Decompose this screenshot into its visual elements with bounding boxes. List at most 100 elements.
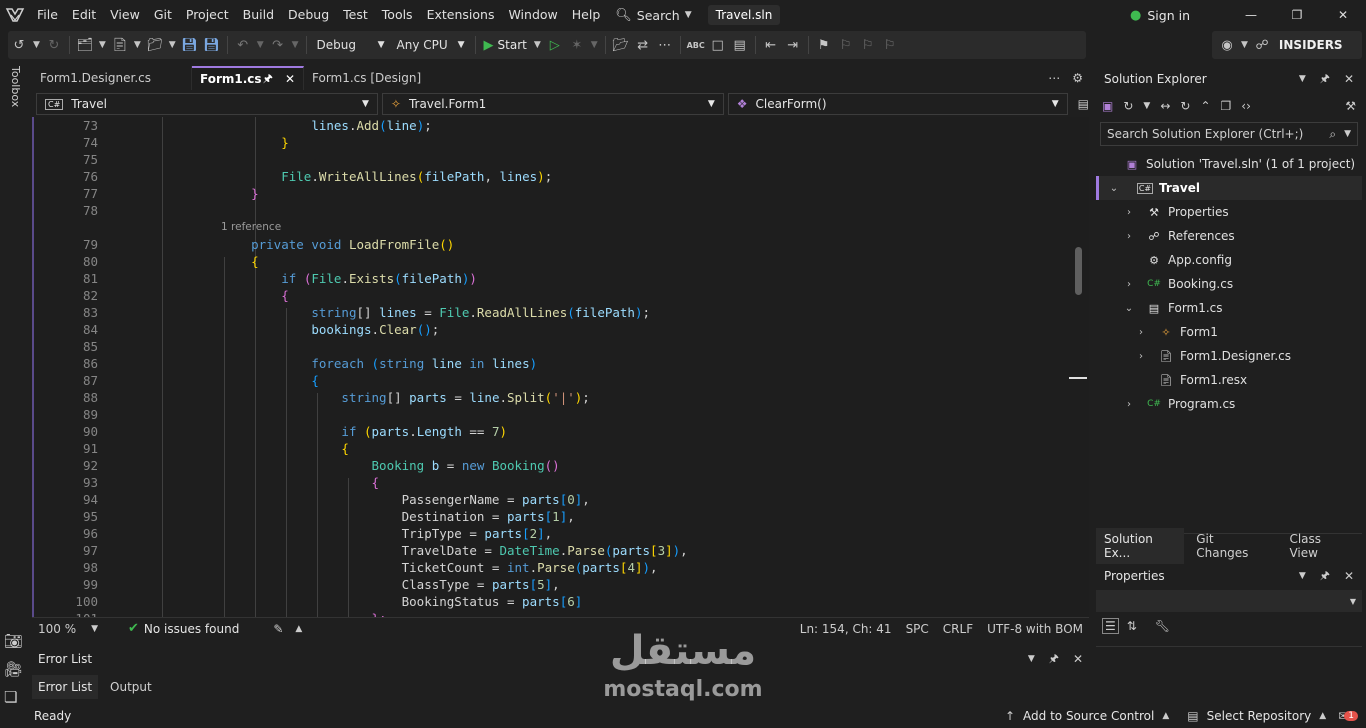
chevron-right-icon[interactable]: › (1122, 279, 1136, 290)
chevron-down-icon[interactable]: ⌄ (1122, 303, 1136, 314)
find-in-files-button[interactable]: 📂︎ (610, 34, 632, 56)
menu-file[interactable]: File (30, 0, 65, 30)
restore-button[interactable]: ❐ (1274, 0, 1320, 30)
chevron-down-icon[interactable]: ▼ (257, 40, 264, 50)
close-icon[interactable]: ✕ (1344, 569, 1354, 583)
wrench-icon[interactable]: ⚒ (1345, 99, 1356, 113)
notifications-button[interactable]: ✉ 1 (1338, 709, 1358, 723)
tree-item-booking-cs[interactable]: › C# Booking.cs (1096, 272, 1362, 296)
decrease-indent-button[interactable]: ⇤ (760, 34, 782, 56)
chevron-up-icon[interactable]: ▲ (295, 624, 302, 634)
start-without-debugging-button[interactable]: ▷ (544, 34, 566, 56)
toggle-bookmark-button[interactable]: ⚑ (813, 34, 835, 56)
sync-active-document-icon[interactable]: ↔ (1160, 99, 1170, 113)
toolbar-overflow-button[interactable]: ⋯ (654, 34, 676, 56)
chevron-down-icon[interactable]: ▼ (1241, 40, 1248, 50)
categorized-icon[interactable]: ☰ (1102, 618, 1119, 634)
hot-reload-button[interactable]: ✶ (566, 34, 588, 56)
settings-gear-icon[interactable]: ⚙ (1072, 71, 1083, 85)
chevron-right-icon[interactable]: › (1122, 207, 1136, 218)
pin-icon[interactable]: 🖈︎ (1320, 567, 1330, 586)
sign-in-button[interactable]: ● Sign in (1130, 8, 1190, 23)
pin-icon[interactable]: 🖈︎ (1049, 650, 1059, 669)
class-select[interactable]: ✧ Travel.Form1 ▼ (381, 93, 724, 115)
tree-item-form1-cs[interactable]: ⌄ ▤ Form1.cs (1096, 296, 1362, 320)
alphabetical-icon[interactable]: ⇅ (1127, 619, 1137, 633)
live-share-button[interactable]: ◉ (1216, 34, 1238, 56)
tree-item-references[interactable]: › ☍ References (1096, 224, 1362, 248)
pending-changes-icon[interactable]: ↻ (1123, 99, 1133, 113)
tab-output[interactable]: Output (98, 675, 164, 699)
open-button[interactable]: 📁︎ (144, 34, 166, 56)
chevron-right-icon[interactable]: › (1122, 231, 1136, 242)
tab-overflow-icon[interactable]: ⋯ (1048, 71, 1060, 85)
navigate-forward-button[interactable]: ↻ (43, 34, 65, 56)
chevron-down-icon[interactable]: ▼ (1028, 654, 1035, 664)
menu-test[interactable]: Test (336, 0, 375, 30)
select-repository-button[interactable]: ▤ Select Repository ▲ (1187, 709, 1326, 723)
close-icon[interactable]: ✕ (1073, 652, 1083, 666)
chevron-down-icon[interactable]: ▼ (534, 40, 541, 50)
menu-debug[interactable]: Debug (281, 0, 336, 30)
preview-icon[interactable]: ‹› (1241, 99, 1251, 113)
chevron-right-icon[interactable]: › (1122, 399, 1136, 410)
tree-item-program-cs[interactable]: › C# Program.cs (1096, 392, 1362, 416)
cursor-position[interactable]: Ln: 154, Ch: 41 (800, 622, 892, 636)
zoom-select[interactable]: 100 % ▼ (32, 622, 104, 636)
new-file-button[interactable]: 📄︎ (109, 34, 131, 56)
navigate-back-button[interactable]: ↺ (8, 34, 30, 56)
tab-class-view[interactable]: Class View (1275, 528, 1362, 564)
minimize-button[interactable]: — (1228, 0, 1274, 30)
configuration-select[interactable]: Debug ▼ (311, 34, 391, 56)
start-button[interactable]: ▶ Start (480, 38, 531, 53)
add-to-source-control-button[interactable]: ↑ Add to Source Control ▲ (1005, 709, 1169, 723)
close-tab-icon[interactable]: ✕ (285, 72, 295, 86)
save-button[interactable]: 💾︎ (179, 34, 201, 56)
vs-logo-icon[interactable] (0, 0, 30, 30)
tab-git-changes[interactable]: Git Changes (1184, 528, 1275, 564)
menu-tools[interactable]: Tools (375, 0, 420, 30)
spell-check-button[interactable]: ABC (685, 34, 707, 56)
indent-mode[interactable]: SPC (906, 622, 929, 636)
next-bookmark-button[interactable]: ⚐ (857, 34, 879, 56)
file-encoding[interactable]: UTF-8 with BOM (987, 622, 1083, 636)
collapse-all-icon[interactable]: ⌃ (1200, 99, 1210, 113)
tab-form1-design[interactable]: Form1.cs [Design] (304, 66, 434, 90)
camera-icon[interactable]: 📷︎ (4, 632, 23, 650)
previous-bookmark-button[interactable]: ⚐ (835, 34, 857, 56)
chevron-down-icon[interactable]: ▼ (99, 40, 106, 50)
properties-object-select[interactable]: ▼ (1096, 590, 1362, 612)
tab-error-list[interactable]: Error List (32, 675, 99, 699)
menu-help[interactable]: Help (565, 0, 608, 30)
undo-button[interactable]: ↶ (232, 34, 254, 56)
tree-item-project[interactable]: ⌄ C# Travel (1096, 176, 1362, 200)
menu-extensions[interactable]: Extensions (420, 0, 502, 30)
clear-bookmarks-button[interactable]: ⚐ (879, 34, 901, 56)
switch-views-icon[interactable]: ▣ (1102, 99, 1113, 113)
tree-item-app-config[interactable]: ⚙ App.config (1096, 248, 1362, 272)
chevron-right-icon[interactable]: › (1134, 327, 1148, 338)
tab-form1-cs[interactable]: Form1.cs 🖈︎ ✕ (192, 66, 304, 90)
new-project-button[interactable]: 🗂︎ (74, 34, 96, 56)
toolbox-tab[interactable]: Toolbox (9, 66, 22, 107)
chevron-down-icon[interactable]: ▼ (134, 40, 141, 50)
tree-item-form1-designer[interactable]: › 📄︎ Form1.Designer.cs (1096, 344, 1362, 368)
refresh-icon[interactable]: ↻ (1180, 99, 1190, 113)
member-select[interactable]: ❖ ClearForm() ▼ (727, 93, 1068, 115)
share-button[interactable]: ☍ (1251, 34, 1273, 56)
menu-build[interactable]: Build (236, 0, 281, 30)
platform-select[interactable]: Any CPU ▼ (391, 34, 471, 56)
menu-view[interactable]: View (103, 0, 147, 30)
save-all-button[interactable]: 💾︎ (201, 34, 223, 56)
tree-item-solution[interactable]: ▣ Solution 'Travel.sln' (1 of 1 project) (1096, 152, 1362, 176)
browser-link-button[interactable]: ⇄ (632, 34, 654, 56)
tab-form1-designer[interactable]: Form1.Designer.cs (32, 66, 192, 90)
quick-info-button[interactable]: □ (707, 34, 729, 56)
chevron-down-icon[interactable]: ▼ (33, 40, 40, 50)
chevron-down-icon[interactable]: ▼ (1299, 74, 1306, 84)
search-menu[interactable]: 🔍︎ Search ▼ (607, 8, 699, 23)
codelens-reference[interactable]: 1 reference (34, 219, 1074, 236)
solution-search[interactable]: Search Solution Explorer (Ctrl+;) ⌕ ▼ (1100, 122, 1358, 146)
tree-item-form1-resx[interactable]: 📄︎ Form1.resx (1096, 368, 1362, 392)
split-editor-icon[interactable]: ▤ (1078, 97, 1089, 111)
